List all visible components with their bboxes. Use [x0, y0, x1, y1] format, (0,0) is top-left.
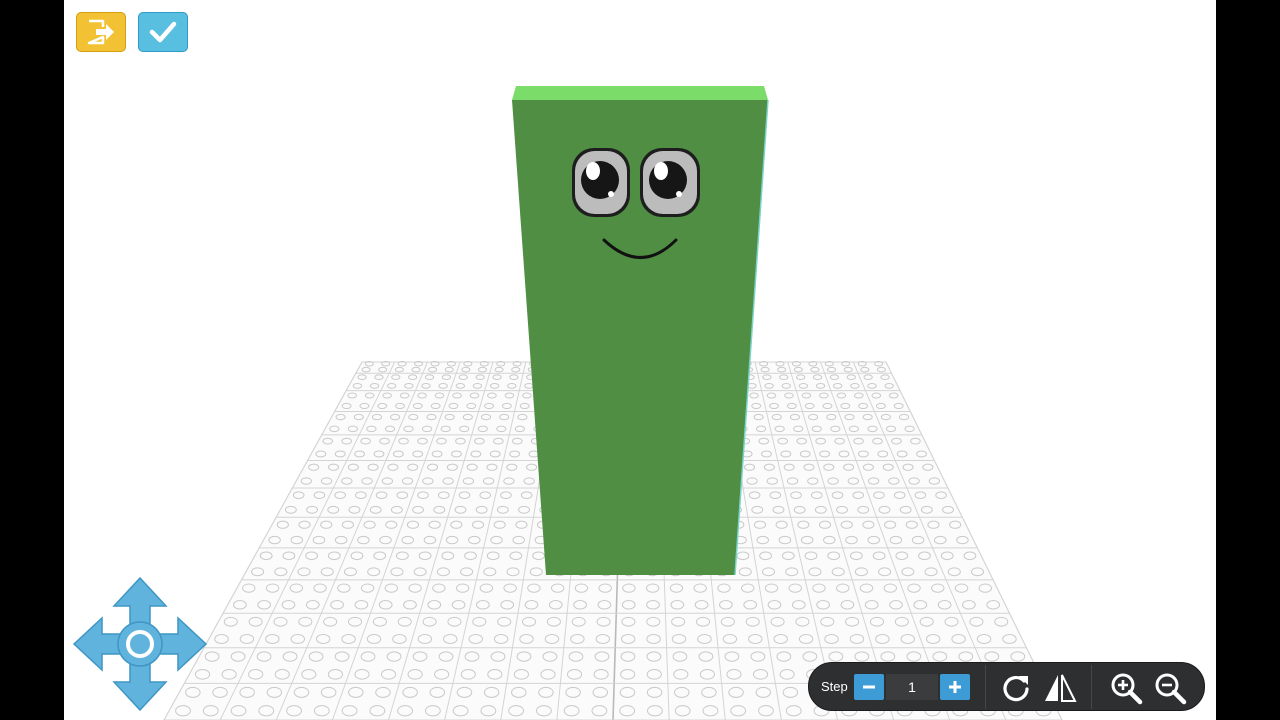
rotate-button[interactable]	[997, 669, 1035, 707]
plus-icon	[949, 681, 961, 693]
exit-door-icon	[87, 19, 114, 45]
green-block-top[interactable]	[512, 86, 768, 100]
rotate-icon	[1003, 675, 1029, 702]
move-pad[interactable]	[72, 576, 208, 712]
bottom-toolbar: Step 1	[808, 662, 1205, 711]
done-button[interactable]	[138, 12, 188, 52]
step-decrease-button[interactable]	[854, 674, 884, 700]
checkmark-icon	[149, 21, 177, 43]
step-increase-button[interactable]	[940, 674, 970, 700]
mirror-button[interactable]	[1041, 669, 1079, 707]
zoom-out-button[interactable]	[1151, 669, 1189, 707]
left-eye	[572, 148, 630, 217]
green-block[interactable]	[512, 86, 769, 576]
scene-3d[interactable]	[64, 0, 1216, 720]
minus-icon	[863, 685, 875, 689]
toolbar-divider	[985, 665, 986, 709]
zoom-in-icon	[1111, 673, 1143, 705]
right-eye	[640, 148, 700, 217]
step-value[interactable]: 1	[886, 674, 938, 700]
step-label: Step	[821, 679, 848, 694]
exit-button[interactable]	[76, 12, 126, 52]
mirror-flip-icon	[1045, 674, 1077, 702]
zoom-in-button[interactable]	[1107, 669, 1145, 707]
zoom-out-icon	[1155, 673, 1187, 705]
move-arrows-icon	[72, 576, 208, 712]
build-viewport[interactable]: Step 1	[64, 0, 1216, 720]
toolbar-divider	[1091, 665, 1092, 709]
